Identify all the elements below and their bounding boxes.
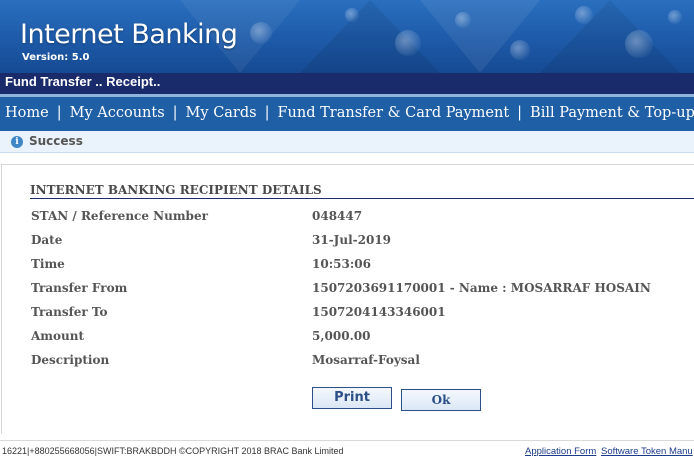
detail-row: Description Mosarraf-Foysal — [0, 353, 694, 373]
detail-label: STAN / Reference Number — [31, 209, 208, 223]
detail-row: Amount 5,000.00 — [0, 329, 694, 349]
detail-value: 1507203691170001 - Name : MOSARRAF HOSAI… — [312, 281, 651, 295]
ok-button[interactable]: Ok — [401, 389, 481, 411]
detail-label: Transfer From — [31, 281, 128, 295]
detail-row: Time 10:53:06 — [0, 257, 694, 277]
version-label: Version: 5.0 — [22, 52, 90, 63]
nav-separator: | — [264, 105, 270, 121]
print-button[interactable]: Print — [312, 387, 392, 409]
nav-my-cards[interactable]: My Cards — [186, 105, 257, 121]
nav-separator: | — [56, 105, 62, 121]
software-token-manual-link[interactable]: Software Token Manu — [601, 446, 693, 457]
nav-separator: | — [172, 105, 178, 121]
page-title: Fund Transfer .. Receipt.. — [0, 73, 694, 94]
detail-row: STAN / Reference Number 048447 — [0, 209, 694, 229]
application-form-link[interactable]: Application Form — [525, 446, 596, 457]
brand-title: Internet Banking — [20, 19, 238, 50]
detail-value: Mosarraf-Foysal — [312, 353, 420, 367]
nav-bill-payment[interactable]: Bill Payment & Top-up — [530, 105, 694, 121]
nav-fund-transfer[interactable]: Fund Transfer & Card Payment — [277, 105, 509, 121]
footer: 16221|+880255668056|SWIFT:BRAKBDDH ©COPY… — [0, 440, 694, 460]
detail-label: Date — [31, 233, 63, 247]
detail-value: 048447 — [312, 209, 363, 223]
status-bar: i Success — [0, 131, 694, 153]
main-nav: Home | My Accounts | My Cards | Fund Transfer … — [0, 97, 694, 131]
info-icon: i — [11, 136, 23, 148]
detail-value: 1507204143346001 — [312, 305, 446, 319]
status-text: Success — [29, 134, 83, 148]
detail-label: Time — [31, 257, 65, 271]
nav-separator: | — [517, 105, 523, 121]
detail-value: 10:53:06 — [312, 257, 371, 271]
detail-row: Transfer To 1507204143346001 — [0, 305, 694, 325]
detail-label: Transfer To — [31, 305, 108, 319]
detail-row: Transfer From 1507203691170001 - Name : … — [0, 281, 694, 301]
detail-label: Amount — [31, 329, 85, 343]
nav-my-accounts[interactable]: My Accounts — [70, 105, 165, 121]
nav-home[interactable]: Home — [0, 105, 49, 121]
footer-copyright: 16221|+880255668056|SWIFT:BRAKBDDH ©COPY… — [2, 446, 344, 456]
detail-value: 31-Jul-2019 — [312, 233, 392, 247]
header-banner: Internet Banking Version: 5.0 — [0, 0, 694, 73]
detail-label: Description — [31, 353, 110, 367]
detail-value: 5,000.00 — [312, 329, 371, 343]
detail-row: Date 31-Jul-2019 — [0, 233, 694, 253]
section-title: INTERNET BANKING RECIPIENT DETAILS — [30, 183, 694, 199]
